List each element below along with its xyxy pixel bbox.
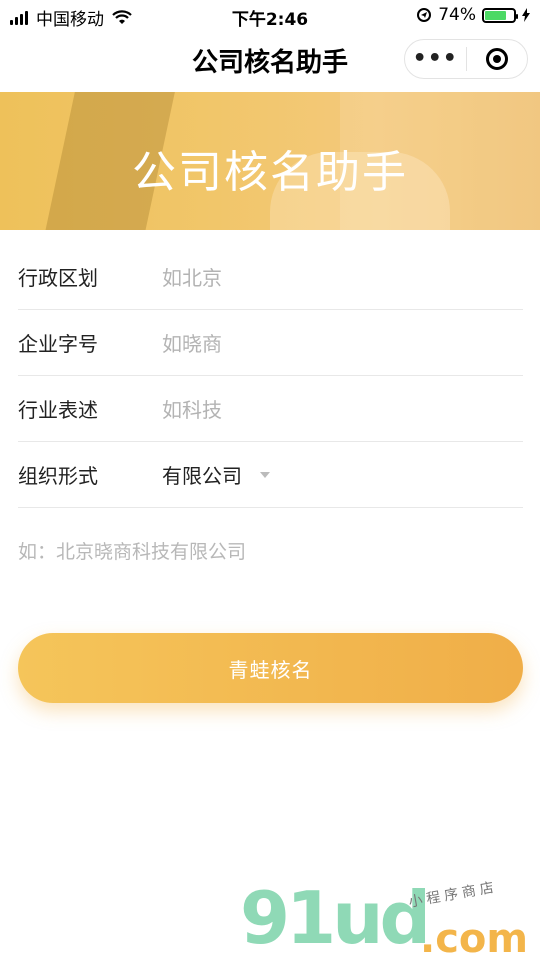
org-row[interactable]: 组织形式 有限公司 [18, 442, 523, 508]
battery-percent: 74% [438, 5, 476, 25]
dropdown-caret-icon[interactable] [260, 471, 270, 478]
miniprogram-capsule: ••• [404, 39, 528, 79]
watermark: 91ud .com 小程序商店 [240, 876, 530, 962]
status-bar: 中国移动 下午2:46 74% [0, 0, 540, 30]
industry-label: 行业表述 [18, 398, 98, 422]
watermark-brand: 91ud [240, 876, 431, 960]
brand-label: 企业字号 [18, 332, 98, 356]
banner-title: 公司核名助手 [132, 147, 408, 198]
name-check-form: 行政区划 如北京 企业字号 如晓商 行业表述 如科技 组织形式 有限公司 [18, 244, 523, 508]
org-label: 组织形式 [18, 464, 98, 488]
watermark-domain: .com [420, 916, 529, 962]
location-icon [417, 8, 432, 22]
close-button[interactable] [466, 48, 527, 70]
more-dots-icon[interactable]: ••• [405, 39, 466, 79]
org-select[interactable]: 有限公司 [162, 460, 242, 489]
region-row: 行政区划 如北京 [18, 244, 523, 310]
check-name-button[interactable]: 青蛙核名 [18, 633, 523, 703]
region-label: 行政区划 [18, 266, 98, 290]
industry-input[interactable]: 如科技 [162, 394, 222, 423]
hero-banner: 公司核名助手 [0, 92, 540, 230]
brand-input[interactable]: 如晓商 [162, 328, 222, 357]
status-right: 74% [416, 5, 530, 25]
brand-row: 企业字号 如晓商 [18, 310, 523, 376]
industry-row: 行业表述 如科技 [18, 376, 523, 442]
region-input[interactable]: 如北京 [162, 262, 222, 291]
battery-icon [482, 7, 518, 23]
example-hint: 如：北京晓商科技有限公司 [18, 541, 247, 563]
target-close-icon [485, 48, 508, 70]
navigation-bar: 公司核名助手 ••• [0, 30, 540, 90]
charging-icon [522, 8, 530, 22]
battery-fill [485, 10, 506, 20]
